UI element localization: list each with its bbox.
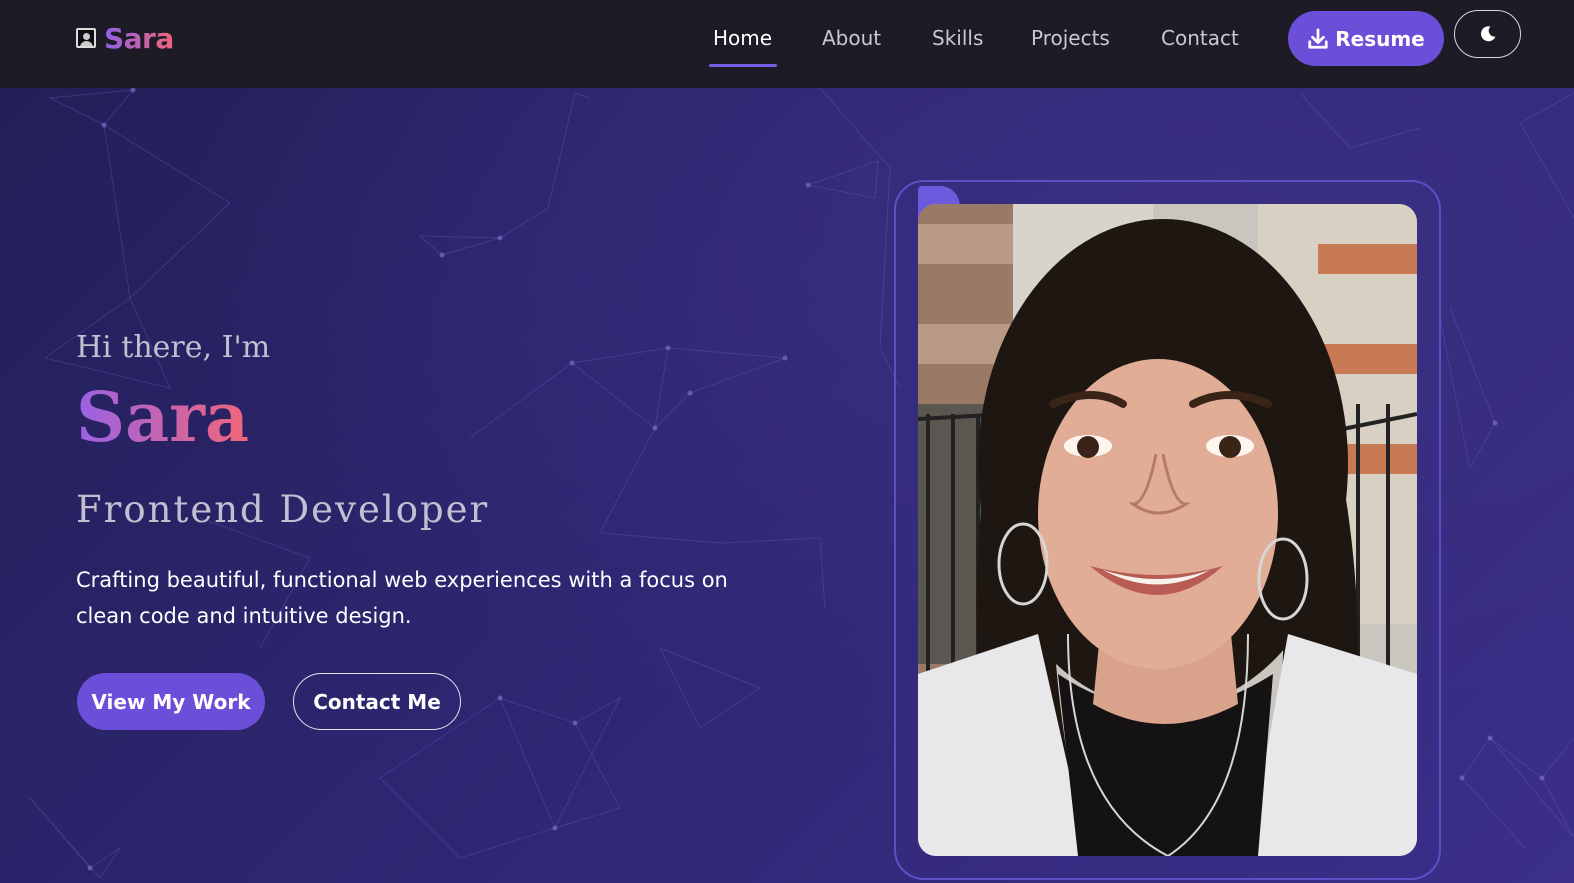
profile-photo (918, 204, 1417, 856)
nav-link-about[interactable]: About (822, 26, 881, 50)
active-nav-indicator (709, 64, 777, 67)
resume-button[interactable]: Resume (1288, 11, 1444, 66)
brand-name: Sara (104, 21, 174, 55)
moon-icon (1480, 26, 1495, 42)
download-icon (1308, 27, 1328, 49)
hero-section: Hi there, I'm Sara Frontend Developer Cr… (0, 88, 1574, 883)
nav-link-home[interactable]: Home (713, 26, 772, 50)
contact-me-button[interactable]: Contact Me (293, 673, 461, 730)
hero-role: Frontend Developer (76, 488, 490, 531)
view-my-work-button[interactable]: View My Work (77, 673, 265, 730)
theme-toggle-button[interactable] (1454, 10, 1521, 58)
portrait-image (918, 204, 1417, 856)
hero-name: Sara (76, 378, 250, 458)
nav-link-projects[interactable]: Projects (1031, 26, 1110, 50)
hero-tagline: Crafting beautiful, functional web exper… (76, 568, 728, 628)
hero-greeting: Hi there, I'm (76, 330, 271, 365)
nav-link-contact[interactable]: Contact (1161, 26, 1239, 50)
user-portrait-icon (76, 28, 96, 48)
nav-link-skills[interactable]: Skills (932, 26, 983, 50)
brand-logo[interactable]: Sara (76, 18, 174, 58)
resume-label: Resume (1335, 26, 1425, 51)
navbar: Sara Home About Skills Projects Contact … (0, 0, 1574, 88)
